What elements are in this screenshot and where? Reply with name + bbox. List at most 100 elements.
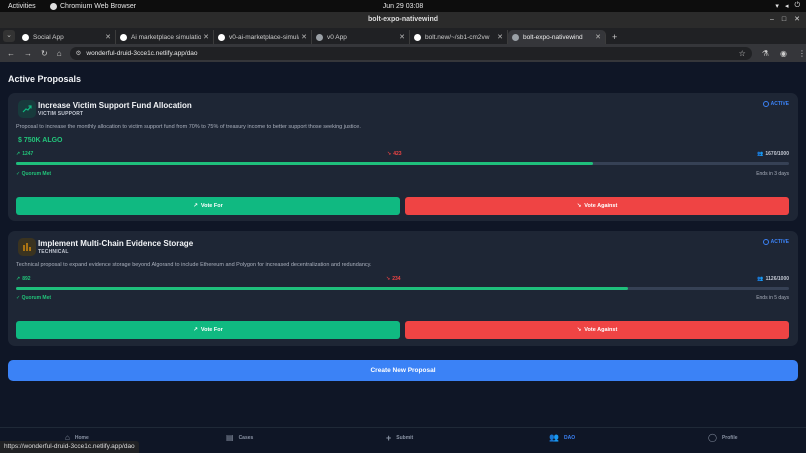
votes-for: ↗ 892 — [16, 276, 31, 282]
users-icon: 👥 — [757, 276, 764, 282]
proposal-meta: ✓ Quorum Met Ends in 3 days — [16, 171, 789, 179]
window-title: bolt-expo-nativewind — [368, 16, 438, 23]
trending-up-icon: ↗ — [193, 327, 198, 333]
favicon-icon — [120, 33, 127, 41]
proposal-title: Implement Multi-Chain Evidence Storage — [38, 239, 194, 248]
vote-for-button[interactable]: ↗ Vote For — [16, 197, 400, 215]
vote-for-button[interactable]: ↗ Vote For — [16, 321, 400, 339]
status-text: ACTIVE — [770, 239, 789, 245]
clock[interactable]: Jun 29 03:08 — [383, 3, 423, 10]
profile-icon[interactable]: ◉ — [780, 49, 787, 58]
home-icon[interactable]: ⌂ — [57, 49, 62, 58]
nav-label: Submit — [396, 435, 414, 441]
funding-amount: $ 750K ALGO — [18, 137, 63, 144]
minimize-icon[interactable]: – — [770, 12, 774, 28]
clock-icon — [762, 239, 769, 245]
clock-icon — [762, 101, 769, 107]
nav-dao[interactable]: 👥 DAO — [549, 433, 575, 442]
close-tab-icon[interactable]: ✕ — [497, 33, 503, 41]
browser-tab[interactable]: Social App ✕ — [18, 30, 116, 44]
proposal-description: Proposal to increase the monthly allocat… — [16, 124, 361, 130]
favicon-icon — [414, 33, 421, 41]
close-tab-icon[interactable]: ✕ — [203, 33, 209, 41]
quorum-text: Quorum Met — [21, 171, 52, 177]
bar-chart-icon — [18, 238, 36, 256]
status-text: ACTIVE — [770, 101, 789, 107]
create-proposal-button[interactable]: Create New Proposal — [8, 360, 798, 381]
tab-title: bolt-expo-nativewind — [523, 33, 583, 41]
votes-for: ↗ 1247 — [16, 151, 33, 157]
vote-stats: ↗ 892 ↘ 234 👥 1126/1000 — [16, 276, 789, 284]
forward-icon[interactable]: → — [24, 49, 32, 58]
address-bar[interactable]: ⚙ wonderful-druid-3cce1c.netlify.app/dao… — [69, 46, 752, 60]
total-votes-count: 1126/1000 — [765, 276, 789, 282]
favicon-icon — [512, 33, 519, 41]
vote-against-label: Vote Against — [584, 327, 618, 333]
proposal-card: Increase Victim Support Fund Allocation … — [8, 93, 798, 221]
url-text: wonderful-druid-3cce1c.netlify.app/dao — [86, 49, 198, 57]
browser-tab[interactable]: bolt.new/~/sb1-cm2vw ✕ — [410, 30, 508, 44]
tab-search-button[interactable]: ⌄ — [3, 30, 15, 42]
browser-tab[interactable]: Ai marketplace simulatio ✕ — [116, 30, 214, 44]
app-menu[interactable]: Chromium Web Browser — [50, 2, 137, 10]
section-title: Active Proposals — [8, 74, 82, 84]
os-top-bar: Activities Chromium Web Browser Jun 29 0… — [0, 0, 806, 12]
site-info-icon[interactable]: ⚙ — [76, 49, 82, 57]
bookmark-star-icon[interactable]: ☆ — [739, 49, 746, 58]
new-tab-icon[interactable]: + — [612, 32, 617, 42]
chromium-icon — [50, 2, 57, 10]
menu-icon[interactable]: ⋮ — [798, 49, 806, 58]
vote-progress-bar — [16, 287, 789, 290]
close-tab-icon[interactable]: ✕ — [595, 33, 601, 41]
power-icon: ⏻ — [794, 2, 800, 9]
favicon-icon — [218, 33, 225, 41]
status-badge: ACTIVE — [762, 101, 789, 107]
votes-against-count: 234 — [392, 276, 401, 282]
nav-cases[interactable]: ▤ Cases — [226, 433, 253, 442]
votes-against-count: 423 — [393, 151, 402, 157]
dollar-icon: $ — [18, 137, 22, 144]
trending-up-icon: ↗ — [193, 203, 198, 209]
plus-icon: + — [386, 433, 392, 443]
browser-tab[interactable]: v0 App ✕ — [312, 30, 410, 44]
browser-tab[interactable]: v0-ai-marketplace-simula ✕ — [214, 30, 312, 44]
total-votes: 👥 1670/1000 — [757, 151, 789, 157]
votes-for-count: 892 — [22, 276, 31, 282]
total-votes-count: 1670/1000 — [765, 151, 789, 157]
vote-against-button[interactable]: ↘ Vote Against — [405, 197, 789, 215]
system-tray[interactable]: ▾ ◂ ⏻ — [775, 2, 800, 10]
tab-title: Ai marketplace simulatio — [131, 33, 202, 41]
close-tab-icon[interactable]: ✕ — [301, 33, 307, 41]
vote-stats: ↗ 1247 ↘ 423 👥 1670/1000 — [16, 151, 789, 159]
close-window-icon[interactable]: ✕ — [794, 12, 800, 28]
browser-tab-active[interactable]: bolt-expo-nativewind ✕ — [508, 30, 606, 44]
trending-down-icon: ↘ — [576, 203, 582, 209]
funding-value: 750K ALGO — [23, 137, 63, 144]
document-icon: ▤ — [226, 433, 234, 442]
extensions-icon[interactable]: ⚗ — [762, 49, 769, 58]
ends-in: Ends in 5 days — [756, 295, 789, 301]
nav-profile[interactable]: ◯ Profile — [708, 433, 738, 442]
app-name: Chromium Web Browser — [60, 2, 137, 10]
activities-button[interactable]: Activities — [8, 3, 36, 10]
close-tab-icon[interactable]: ✕ — [399, 33, 405, 41]
ends-in: Ends in 3 days — [756, 171, 789, 177]
proposal-description: Technical proposal to expand evidence st… — [16, 262, 372, 268]
trending-down-icon: ↘ — [576, 327, 582, 333]
votes-against: ↘ 423 — [387, 151, 402, 157]
users-icon: 👥 — [549, 433, 559, 442]
tab-title: v0 App — [327, 33, 347, 41]
vote-against-button[interactable]: ↘ Vote Against — [405, 321, 789, 339]
favicon-icon — [316, 33, 323, 41]
proposal-card: Implement Multi-Chain Evidence Storage T… — [8, 231, 798, 346]
volume-icon: ◂ — [784, 3, 789, 10]
maximize-icon[interactable]: □ — [782, 12, 786, 28]
page-content: Active Proposals Increase Victim Support… — [0, 62, 806, 453]
reload-icon[interactable]: ↻ — [41, 49, 48, 58]
close-tab-icon[interactable]: ✕ — [105, 33, 111, 41]
favicon-icon — [22, 33, 29, 41]
trending-down-icon: ↘ — [386, 276, 391, 282]
back-icon[interactable]: ← — [7, 49, 15, 58]
nav-submit[interactable]: + Submit — [386, 433, 413, 443]
votes-against: ↘ 234 — [386, 276, 401, 282]
